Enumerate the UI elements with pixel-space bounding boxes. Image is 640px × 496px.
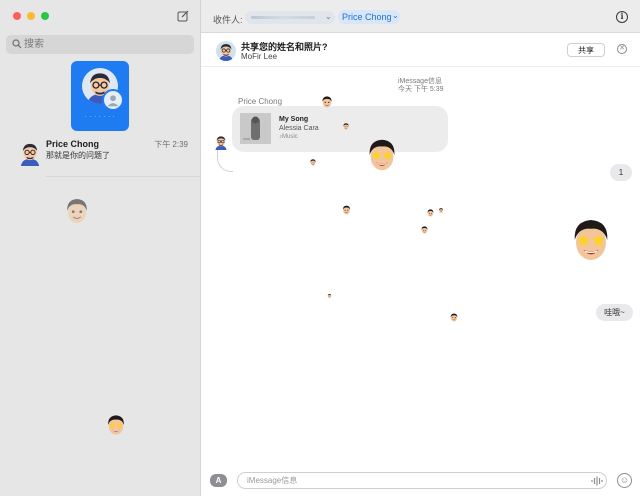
memoji-sticker [566, 210, 616, 270]
avatar [213, 134, 229, 150]
message-timestamp: 今天 下午 5:39 [398, 86, 444, 93]
pinned-label-blurred: · · · · · · · [84, 114, 116, 120]
reply-thread-line [217, 150, 233, 172]
memoji-sticker [62, 194, 92, 228]
chevron-down-icon: ⌄ [325, 12, 332, 21]
pinned-conversation[interactable]: · · · · · · · [71, 61, 129, 131]
memoji-sticker [309, 158, 317, 167]
recipient-name: Price Chong [342, 12, 392, 22]
memoji-sticker [449, 312, 459, 323]
outgoing-message[interactable]: 哇哦~ [596, 304, 633, 321]
memoji-sticker [363, 134, 401, 176]
music-share-card[interactable]: My Song Alessia Cara ♪Music [232, 106, 448, 152]
audio-wave-icon[interactable] [591, 476, 603, 486]
conversation-header: 收件人: ⌄ Price Chong ⌄ i [201, 0, 640, 33]
conversation-item[interactable]: Price Chong 下午 2:39 那就是你的问题了 [0, 137, 200, 177]
album-art [240, 113, 271, 144]
search-icon [12, 39, 22, 49]
memoji-sticker [426, 208, 435, 218]
close-icon[interactable]: ✕ [617, 44, 627, 54]
share-button[interactable]: 共享 [567, 43, 605, 57]
memoji-sticker [104, 412, 128, 438]
close-window-button[interactable] [13, 12, 21, 20]
contact-badge-icon [102, 89, 124, 111]
conversation-time: 下午 2:39 [154, 140, 188, 149]
info-icon[interactable]: i [616, 11, 628, 23]
message-composer: A ☺ [201, 464, 640, 496]
window-controls [13, 12, 49, 20]
conversation-name: Price Chong [46, 139, 100, 149]
share-banner-name: MoFir Lee [241, 52, 278, 61]
recipient-chip[interactable]: Price Chong ⌄ [338, 10, 400, 24]
memoji-sticker [342, 122, 350, 131]
avatar [216, 41, 236, 61]
conversation-preview: 那就是你的问题了 [46, 151, 110, 160]
apps-icon[interactable]: A [210, 474, 227, 487]
search-field[interactable] [6, 35, 194, 54]
sender-name: Price Chong [238, 97, 283, 106]
chevron-down-icon: ⌄ [392, 11, 399, 20]
outgoing-message[interactable]: 1 [610, 164, 632, 181]
search-input[interactable] [24, 35, 189, 54]
memoji-sticker [438, 207, 444, 214]
memoji-sticker [320, 94, 334, 110]
compose-icon[interactable] [177, 10, 189, 22]
redacted-text [251, 16, 315, 19]
share-name-banner: 共享您的姓名和照片? MoFir Lee 共享 ✕ [201, 34, 640, 67]
memoji-sticker [341, 204, 352, 216]
song-title: My Song [279, 116, 309, 123]
zoom-window-button[interactable] [41, 12, 49, 20]
song-source: ♪Music [279, 134, 298, 140]
sidebar: · · · · · · · Price Chong 下午 2:39 那就是你的问… [0, 0, 201, 496]
to-label: 收件人: [213, 15, 243, 25]
message-input[interactable] [237, 472, 607, 489]
emoji-icon[interactable]: ☺ [617, 473, 632, 488]
conversation-pane: 收件人: ⌄ Price Chong ⌄ i 共享您的姓名和照片? MoFir … [201, 0, 640, 496]
memoji-sticker [420, 225, 429, 235]
avatar [17, 140, 43, 166]
divider [46, 176, 200, 177]
recipient-chip-redacted[interactable]: ⌄ [245, 11, 335, 24]
memoji-sticker [327, 293, 332, 299]
song-artist: Alessia Cara [279, 125, 319, 132]
minimize-window-button[interactable] [27, 12, 35, 20]
